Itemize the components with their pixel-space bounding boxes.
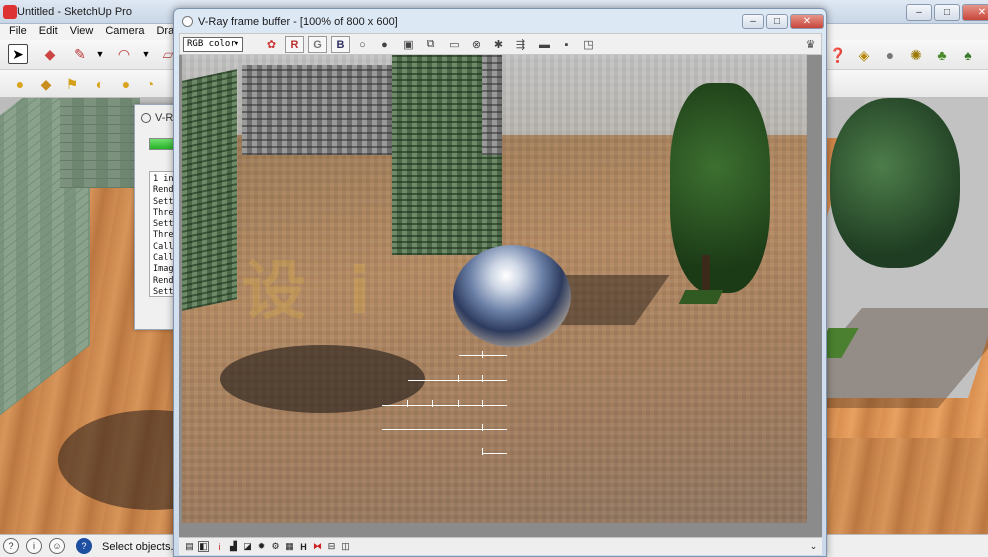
progress-window-title: V-R [155, 112, 174, 124]
menu-file[interactable]: File [3, 24, 33, 40]
vfb-canvas-area[interactable]: 设 i [179, 55, 822, 537]
vfb-close-button[interactable]: ✕ [790, 14, 824, 29]
menu-camera[interactable]: Camera [99, 24, 150, 40]
channel-select[interactable]: RGB color [183, 37, 243, 52]
red-channel-button[interactable]: R [285, 36, 304, 53]
vfb-title: V-Ray frame buffer - [100% of 800 x 600] [198, 16, 398, 28]
hsv-label[interactable]: H [298, 541, 309, 552]
status-text: Select objects. S [102, 541, 184, 553]
vray-frame-buffer-window: V-Ray frame buffer - [100% of 800 x 600]… [173, 8, 827, 557]
info-icon[interactable]: i [214, 541, 225, 552]
link-to-vfb-icon[interactable]: ▪ [560, 38, 573, 51]
color-corrections-panel-icon[interactable]: ◧ [198, 541, 209, 552]
user-icon[interactable]: ☺ [49, 538, 65, 554]
chevron-down-icon[interactable]: ▼ [136, 44, 156, 64]
help-icon[interactable]: ❓ [828, 45, 848, 65]
track-mouse-icon[interactable]: ✱ [492, 38, 505, 51]
vfb-titlebar: V-Ray frame buffer - [100% of 800 x 600]… [174, 9, 826, 33]
lens-effects-icon[interactable]: ◫ [340, 541, 351, 552]
pencil-icon[interactable]: ✎ [70, 44, 90, 64]
arc-icon[interactable]: ◠ [114, 44, 134, 64]
alpha-channel-icon[interactable]: ○ [356, 38, 369, 51]
history-icon[interactable]: ▤ [184, 541, 195, 552]
levels-icon[interactable]: ▟ [228, 541, 239, 552]
hotspot-icon[interactable]: ⧓ [312, 541, 323, 552]
color-corrections-icon[interactable]: ✿ [265, 38, 278, 51]
save-image-icon[interactable]: ▣ [402, 38, 415, 51]
tag-icon[interactable]: ◈ [854, 45, 874, 65]
mono-channel-icon[interactable]: ● [378, 38, 391, 51]
vfb-window-icon [182, 16, 193, 27]
vray-render-icon[interactable]: ● [10, 74, 30, 94]
maximize-button[interactable]: □ [934, 4, 960, 21]
vray-window-icon [141, 113, 151, 123]
vray-spot-icon[interactable]: ◔ [140, 74, 160, 94]
clear-image-icon[interactable]: ⊗ [470, 38, 483, 51]
help-icon[interactable]: ? [76, 538, 92, 554]
sketchup-title: Untitled - SketchUp Pro [17, 6, 132, 18]
render-region-icon[interactable]: ◳ [582, 38, 595, 51]
srgb-icon[interactable]: ⚙ [270, 541, 281, 552]
minimize-button[interactable]: – [906, 4, 932, 21]
render-image[interactable]: 设 i [182, 55, 807, 523]
vfb-maximize-button[interactable]: □ [766, 14, 788, 29]
expand-chevron-icon[interactable]: ⌄ [808, 541, 819, 552]
bulb-icon[interactable]: ✺ [906, 45, 926, 65]
close-button[interactable]: ✕ [962, 4, 988, 21]
vray-teapot-icon[interactable]: ♛ [804, 38, 817, 51]
tree-icon[interactable]: ♠ [958, 45, 978, 65]
chevron-down-icon[interactable]: ▼ [90, 44, 110, 64]
stamp-icon[interactable]: ⊟ [326, 541, 337, 552]
vray-options-icon[interactable]: ◆ [36, 74, 56, 94]
menu-edit[interactable]: Edit [33, 24, 64, 40]
watermark: 设 i [242, 255, 381, 329]
eraser-icon[interactable]: ◆ [40, 44, 60, 64]
vfb-minimize-button[interactable]: – [742, 14, 764, 29]
vray-sphere-icon[interactable]: ● [116, 74, 136, 94]
duplicate-vfb-icon[interactable]: ⇶ [514, 38, 527, 51]
vfb-statusbar: ▤ ◧ i ▟ ◪ ✹ ⚙ ▦ H ⧓ ⊟ ◫ ⌄ [179, 537, 822, 555]
save-all-icon[interactable]: ⧉ [424, 38, 437, 51]
vfb-toolbar: RGB color ✿ R G B ○ ● ▣ ⧉ ▭ ⊗ ✱ ⇶ ▬ ▪ ◳ … [179, 33, 822, 55]
curve-icon[interactable]: ◪ [242, 541, 253, 552]
sketchup-app-icon [3, 5, 17, 19]
region-render-icon[interactable]: ▬ [538, 38, 551, 51]
menu-view[interactable]: View [64, 24, 100, 40]
geolocation-icon[interactable]: ? [3, 538, 19, 554]
select-arrow-icon[interactable]: ➤ [8, 44, 28, 64]
exposure-icon[interactable]: ✹ [256, 541, 267, 552]
green-channel-button[interactable]: G [308, 36, 327, 53]
sketchup-window-controls: – □ ✕ [906, 4, 988, 21]
info-icon[interactable]: i [26, 538, 42, 554]
lut-icon[interactable]: ▦ [284, 541, 295, 552]
plant-icon[interactable]: ♣ [932, 45, 952, 65]
sphere-icon[interactable]: ● [880, 45, 900, 65]
vray-flag-icon[interactable]: ⚑ [62, 74, 82, 94]
chrome-sphere [453, 245, 571, 347]
blue-channel-button[interactable]: B [331, 36, 350, 53]
vfb-window-controls: – □ ✕ [742, 14, 824, 29]
vray-light-icon[interactable]: ◐ [90, 74, 110, 94]
load-image-icon[interactable]: ▭ [448, 38, 461, 51]
